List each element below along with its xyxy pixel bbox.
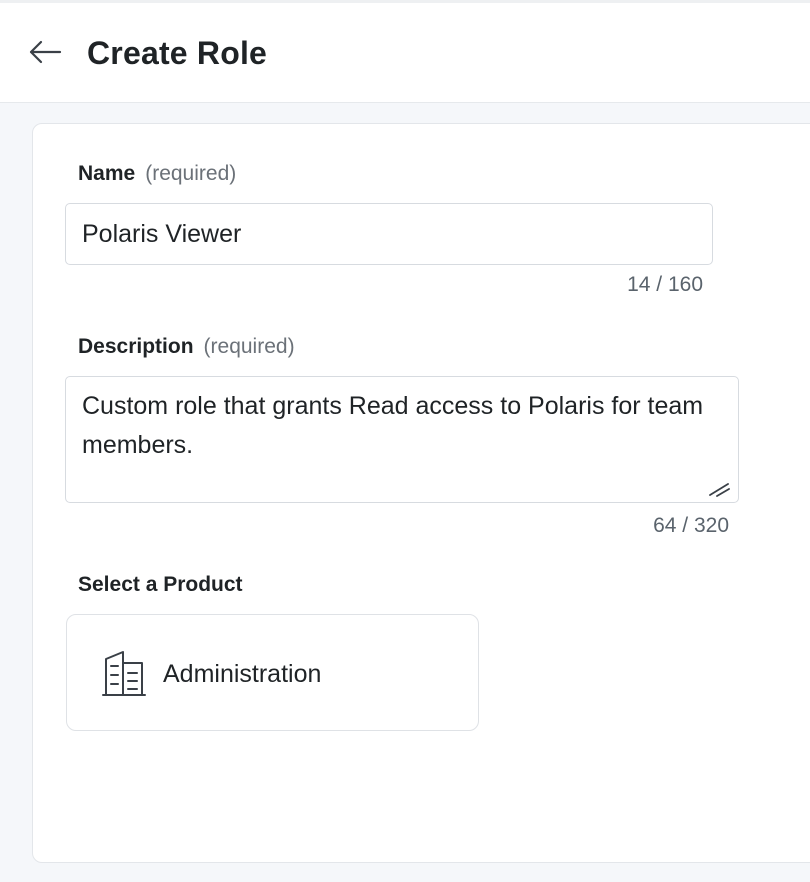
name-label: Name (required) [78, 161, 236, 187]
product-option-administration[interactable]: Administration [66, 614, 479, 731]
name-label-text: Name [78, 162, 136, 185]
name-input[interactable] [65, 203, 713, 265]
arrow-left-icon [29, 40, 62, 64]
create-role-form: Name (required) 14 / 160 Description (requ… [32, 123, 810, 863]
building-icon [102, 651, 146, 696]
description-char-counter: 64 / 320 [653, 514, 729, 537]
page-title: Create Role [87, 35, 268, 71]
name-required-hint: (required) [145, 162, 237, 185]
description-label-text: Description [78, 335, 194, 358]
page-header: Create Role [0, 3, 810, 103]
resize-handle-icon[interactable] [707, 481, 731, 497]
back-button[interactable] [26, 33, 64, 71]
select-product-label: Select a Product [78, 573, 243, 596]
description-textarea[interactable]: Custom role that grants Read access to P… [65, 376, 739, 503]
description-field-wrapper: Custom role that grants Read access to P… [65, 376, 739, 503]
product-option-label: Administration [163, 660, 322, 688]
description-label: Description (required) [78, 334, 295, 360]
name-char-counter: 14 / 160 [627, 273, 703, 296]
description-required-hint: (required) [203, 335, 295, 358]
